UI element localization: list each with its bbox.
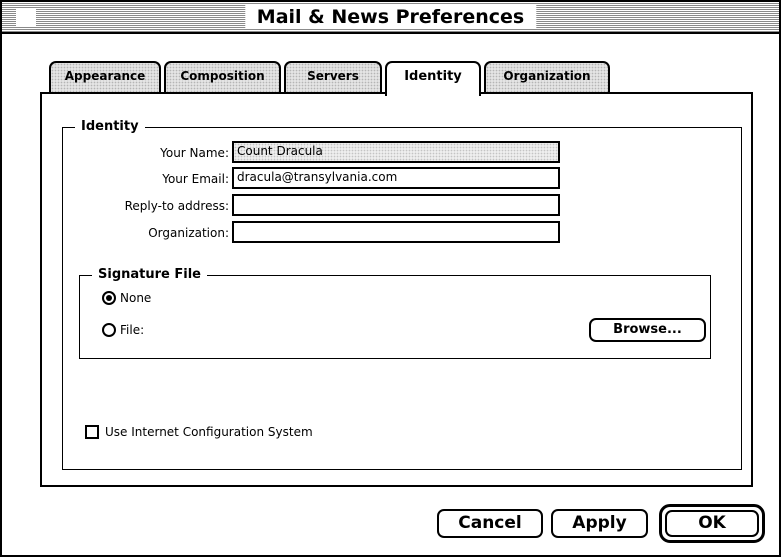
your-name-label: Your Name: (160, 146, 229, 160)
tab-appearance[interactable]: Appearance (49, 61, 161, 93)
apply-button[interactable]: Apply (551, 509, 648, 538)
signature-group-title: Signature File (92, 265, 207, 285)
ok-button[interactable]: OK (665, 510, 759, 537)
use-ic-label[interactable]: Use Internet Configuration System (105, 424, 313, 440)
window-title: Mail & News Preferences (244, 5, 537, 29)
radio-none[interactable] (102, 291, 116, 305)
tab-identity[interactable]: Identity (385, 61, 481, 96)
tab-servers[interactable]: Servers (284, 61, 382, 93)
radio-none-label[interactable]: None (120, 290, 151, 306)
radio-file[interactable] (102, 323, 116, 337)
organization-label: Organization: (148, 226, 229, 240)
close-box-icon[interactable] (16, 8, 36, 26)
use-ic-checkbox[interactable] (85, 425, 99, 439)
tab-organization[interactable]: Organization (484, 61, 610, 93)
identity-group-title: Identity (75, 117, 145, 137)
your-name-field[interactable]: Count Dracula (232, 141, 560, 163)
radio-selected-dot-icon (106, 295, 112, 301)
your-email-field[interactable]: dracula@transylvania.com (232, 167, 560, 189)
radio-file-label[interactable]: File: (120, 322, 144, 338)
reply-to-label: Reply-to address: (124, 199, 229, 213)
title-bar[interactable]: Mail & News Preferences (2, 2, 779, 34)
your-email-label: Your Email: (162, 172, 229, 186)
identity-group: Identity Your Name: Count Dracula Your E… (62, 117, 742, 470)
signature-file-group: Signature File None File: Browse... (79, 265, 711, 359)
tab-panel-identity: Identity Your Name: Count Dracula Your E… (40, 92, 753, 487)
browse-button[interactable]: Browse... (589, 318, 706, 342)
tab-composition[interactable]: Composition (164, 61, 281, 93)
cancel-button[interactable]: Cancel (437, 509, 543, 538)
organization-field[interactable] (232, 221, 560, 243)
reply-to-field[interactable] (232, 194, 560, 216)
